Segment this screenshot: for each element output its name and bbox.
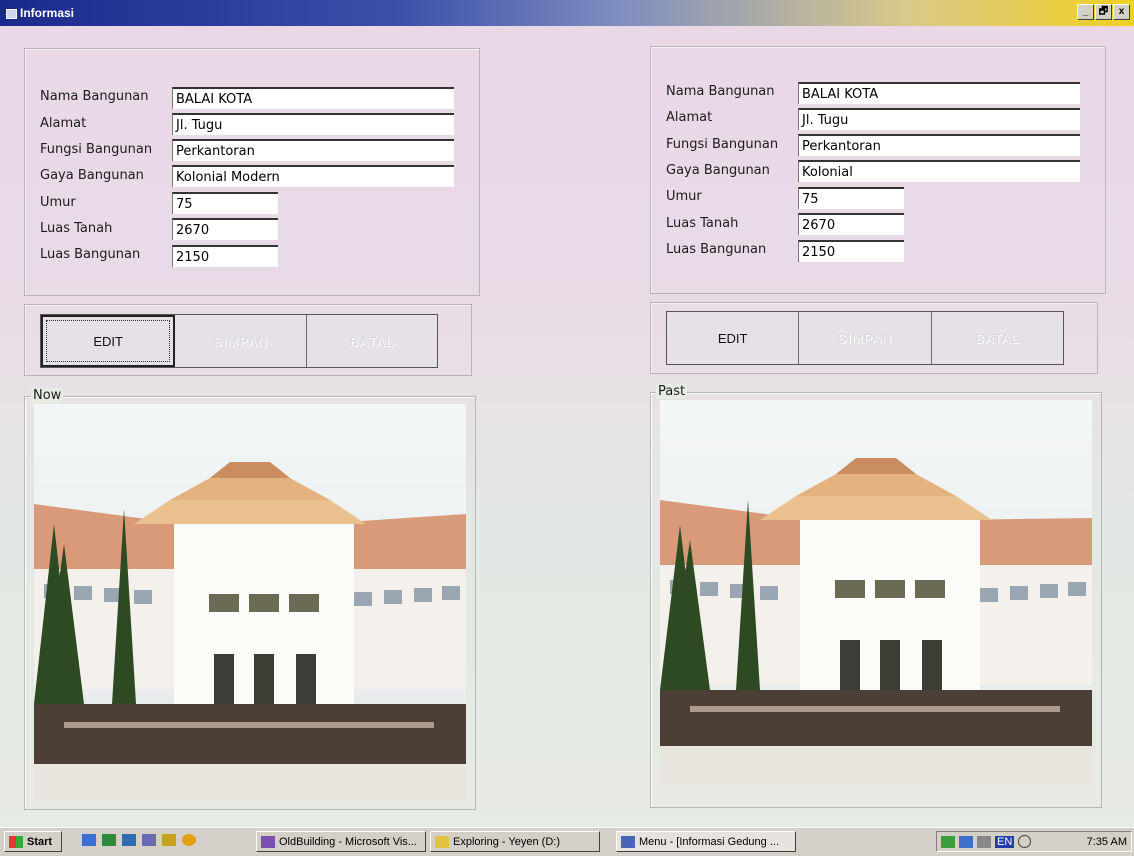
now-button-row: EDIT SIMPAN BATAL	[40, 314, 438, 368]
label-fungsi-bangunan-past: Fungsi Bangunan	[666, 137, 779, 152]
label-gaya-bangunan: Gaya Bangunan	[40, 168, 144, 183]
task-label: Menu - [Informasi Gedung ...	[639, 835, 780, 848]
label-luas-bangunan: Luas Bangunan	[40, 247, 141, 262]
now-alamat-field[interactable]: Jl. Tugu	[172, 113, 454, 135]
now-luas-bangunan-field[interactable]: 2150	[172, 245, 278, 267]
now-nama-field[interactable]: BALAI KOTA	[172, 87, 454, 109]
now-umur-field[interactable]: 75	[172, 192, 278, 214]
label-gaya-bangunan-past: Gaya Bangunan	[666, 163, 770, 178]
minimize-icon[interactable]: _	[1077, 4, 1094, 20]
past-nama-field[interactable]: BALAI KOTA	[798, 82, 1080, 104]
now-luas-tanah-field[interactable]: 2670	[172, 218, 278, 240]
task-exploring[interactable]: Exploring - Yeyen (D:)	[430, 831, 600, 852]
now-fungsi-field[interactable]: Perkantoran	[172, 139, 454, 161]
past-gaya-field[interactable]: Kolonial	[798, 160, 1080, 182]
label-fungsi-bangunan: Fungsi Bangunan	[40, 142, 153, 157]
title-bar[interactable]: Informasi _ 🗗 x	[0, 0, 1134, 26]
network-icon[interactable]	[959, 835, 973, 848]
quicklaunch-icon-4[interactable]	[142, 834, 156, 846]
vb-app-icon	[261, 835, 275, 848]
clock-icon	[1018, 835, 1032, 848]
past-simpan-button[interactable]: SIMPAN	[799, 312, 932, 364]
window-controls: _ 🗗 x	[1077, 4, 1130, 20]
quicklaunch-icons[interactable]	[82, 834, 196, 846]
taskbar: Start OldBuilding - Microsoft Vis... Exp…	[0, 827, 1134, 856]
past-fungsi-field[interactable]: Perkantoran	[798, 134, 1080, 156]
past-luas-bangunan-field[interactable]: 2150	[798, 240, 904, 262]
past-alamat-field[interactable]: Jl. Tugu	[798, 108, 1080, 130]
task-menu[interactable]: Menu - [Informasi Gedung ...	[616, 831, 796, 852]
quicklaunch-icon-2[interactable]	[102, 834, 116, 846]
quicklaunch-icon-6[interactable]	[182, 834, 196, 846]
past-building-photo	[660, 400, 1092, 784]
now-frame-label: Now	[31, 388, 64, 403]
label-nama-bangunan: Nama Bangunan	[40, 89, 149, 104]
start-button[interactable]: Start	[4, 831, 62, 852]
explorer-icon	[435, 835, 449, 848]
past-umur-field[interactable]: 75	[798, 187, 904, 209]
past-edit-button[interactable]: EDIT	[667, 312, 800, 364]
label-luas-bangunan-past: Luas Bangunan	[666, 242, 767, 257]
task-oldbuilding[interactable]: OldBuilding - Microsoft Vis...	[256, 831, 426, 852]
label-alamat-past: Alamat	[666, 110, 713, 125]
quicklaunch-icon-1[interactable]	[82, 834, 96, 846]
now-edit-button[interactable]: EDIT	[41, 315, 176, 367]
task-label: OldBuilding - Microsoft Vis...	[279, 835, 417, 848]
past-luas-tanah-field[interactable]: 2670	[798, 213, 904, 235]
tray-icons[interactable]	[941, 835, 955, 848]
now-simpan-button[interactable]: SIMPAN	[175, 315, 307, 367]
quicklaunch-icon-3[interactable]	[122, 834, 136, 846]
label-alamat: Alamat	[40, 116, 87, 131]
now-gaya-field[interactable]: Kolonial Modern	[172, 165, 454, 187]
label-luas-tanah: Luas Tanah	[40, 221, 113, 236]
now-batal-button[interactable]: BATAL	[306, 315, 437, 367]
close-icon[interactable]: x	[1113, 4, 1130, 20]
window-icon	[6, 9, 17, 19]
volume-icon[interactable]	[977, 835, 991, 848]
task-label: Exploring - Yeyen (D:)	[453, 835, 560, 848]
label-luas-tanah-past: Luas Tanah	[666, 216, 739, 231]
form-icon	[621, 835, 635, 848]
now-building-photo	[34, 404, 466, 800]
system-tray: EN 7:35 AM	[936, 831, 1132, 852]
label-nama-bangunan-past: Nama Bangunan	[666, 84, 775, 99]
label-umur-past: Umur	[666, 189, 702, 204]
language-indicator[interactable]: EN	[995, 835, 1015, 848]
quicklaunch-icon-5[interactable]	[162, 834, 176, 846]
label-umur: Umur	[40, 195, 76, 210]
past-batal-button[interactable]: BATAL	[931, 312, 1063, 364]
window-title: Informasi	[20, 6, 75, 20]
start-label: Start	[27, 835, 53, 848]
past-frame-label: Past	[656, 384, 688, 399]
clock-text[interactable]: 7:35 AM	[1087, 836, 1127, 848]
maximize-icon[interactable]: 🗗	[1095, 4, 1112, 20]
start-logo-icon	[9, 835, 23, 848]
past-button-row: EDIT SIMPAN BATAL	[666, 311, 1064, 365]
